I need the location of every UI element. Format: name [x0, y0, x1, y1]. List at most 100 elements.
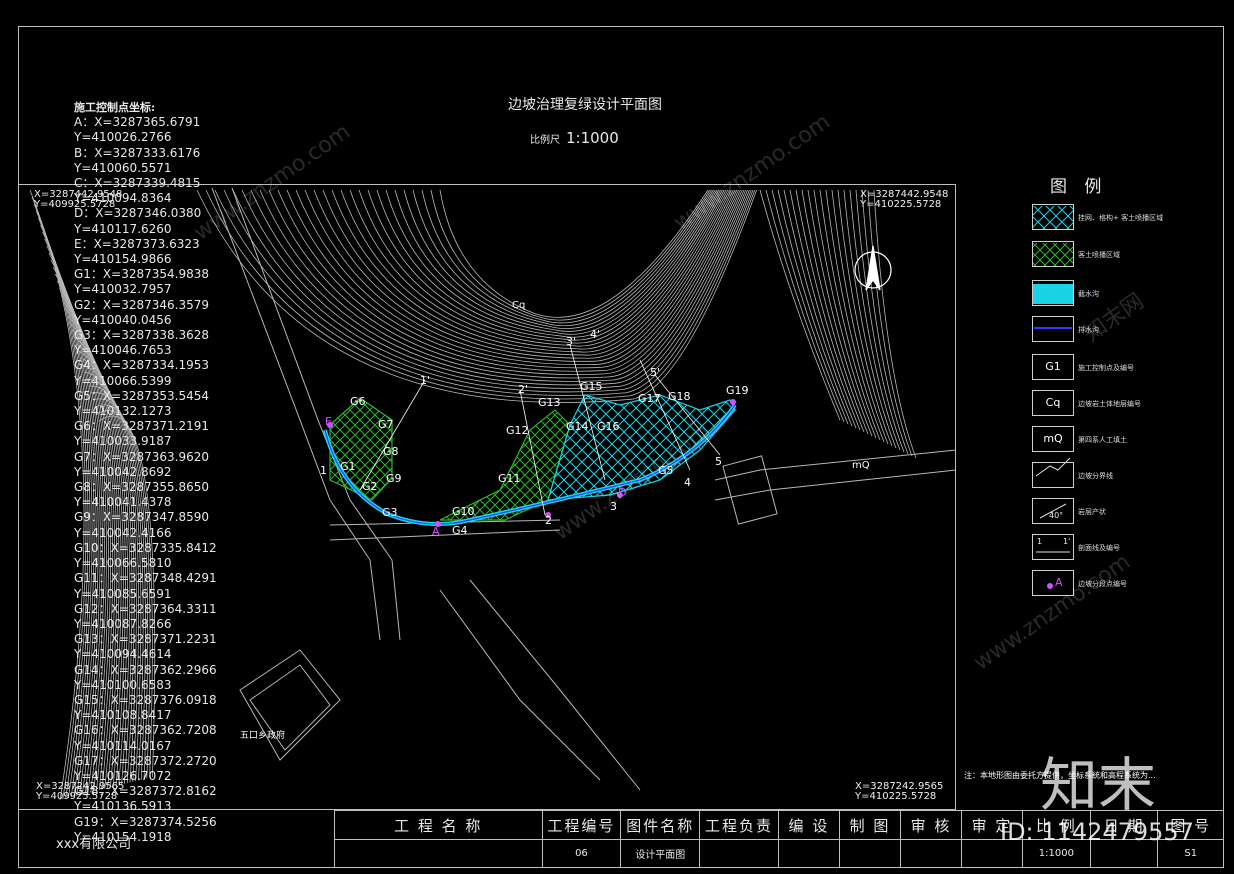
section-label-3p: 3'	[566, 335, 577, 348]
title-block-header: 编 设	[777, 810, 840, 840]
control-point-line: Y=410041.4378	[74, 495, 172, 510]
control-point-line: G17：X=3287372.2720	[74, 753, 217, 768]
label-g15: G15	[580, 380, 603, 393]
label-g17: G17	[638, 392, 661, 405]
control-point-line: Y=410033.9187	[74, 434, 172, 449]
label-g2: G2	[362, 480, 378, 493]
label-g13: G13	[538, 396, 561, 409]
control-point-line: Y=410060.5571	[74, 160, 172, 175]
stratum-label-q: mQ	[852, 460, 870, 471]
control-point-line: G11：X=3287348.4291	[74, 571, 217, 586]
label-g18: G18	[668, 390, 691, 403]
section-label-4p: 4'	[590, 328, 601, 341]
title-block-header: 图件名称	[620, 810, 701, 840]
label-g3: G3	[382, 506, 398, 519]
section-label-4: 4	[684, 476, 691, 489]
control-point-line: G16：X=3287362.7208	[74, 723, 217, 738]
control-point-line: E：X=3287373.6323	[74, 236, 200, 251]
control-points-heading: 施工控制点坐标:	[74, 101, 156, 114]
title-block-header: 工程编号	[541, 810, 622, 840]
section-label-5: 5	[715, 455, 722, 468]
control-point-line: G5：X=3287353.5454	[74, 388, 210, 403]
label-g12: G12	[506, 424, 529, 437]
control-point-line: Y=410066.5399	[74, 373, 172, 388]
legend-angle-text: 40°	[1049, 511, 1064, 520]
coord-y: Y=409925.5728	[34, 199, 116, 210]
title-block-header: 审 核	[899, 810, 963, 840]
section-label-2p: 2'	[518, 383, 529, 396]
label-g19: G19	[726, 384, 749, 397]
legend-section-right: 1'	[1063, 537, 1071, 546]
coord-y: Y=410225.5728	[860, 199, 942, 210]
legend-label: 挂网、格构+ 客土喷播区域	[1078, 214, 1164, 222]
scale-label: 比例尺 1:1000	[530, 129, 619, 147]
control-point-line: Y=410040.0456	[74, 312, 172, 327]
control-point-line: G15：X=3287376.0918	[74, 692, 217, 707]
legend-swatch-slope-angle-icon: 40°	[1032, 498, 1074, 524]
label-g16: G16	[597, 420, 620, 433]
legend-swatch-contour-line-icon	[1032, 462, 1074, 488]
corner-coord-bottom-right: X=3287242.9565 Y=410225.5728	[855, 782, 943, 802]
control-point-line: B：X=3287333.6176	[74, 145, 201, 160]
control-point-line: Y=410100.6583	[74, 677, 172, 692]
legend-section-left: 1	[1037, 537, 1043, 546]
control-point-line: Y=410094.4614	[74, 647, 172, 662]
section-label-5p: 5'	[650, 366, 661, 379]
section-label-1p: 1'	[420, 374, 431, 387]
section-label-1: 1	[320, 464, 327, 477]
label-g1: G1	[340, 460, 356, 473]
point-label-a: A	[432, 525, 440, 538]
title-block-value	[899, 839, 963, 868]
village-label: 五口乡政府	[240, 731, 286, 741]
control-point-line: G8：X=3287355.8650	[74, 480, 210, 495]
coord-y: Y=409925.5728	[36, 791, 118, 802]
control-point-line: Y=410108.8417	[74, 708, 172, 723]
label-g4: G4	[452, 524, 468, 537]
label-g10: G10	[452, 505, 475, 518]
control-point-line: Y=410042.8692	[74, 464, 172, 479]
legend-swatch-green-hatch-icon	[1032, 241, 1074, 267]
control-point-line: G19：X=3287374.5256	[74, 814, 217, 829]
brand-id: ID: 1142479557	[1000, 818, 1194, 846]
title-block-value	[699, 839, 779, 868]
label-g11: G11	[498, 472, 521, 485]
title-block-value: 设计平面图	[620, 839, 701, 868]
legend-swatch-g1-icon: G1	[1032, 354, 1074, 380]
legend-label: 边坡分界线	[1078, 472, 1113, 480]
title-block-value: 06	[541, 839, 622, 868]
control-point-line: Y=410087.8266	[74, 616, 172, 631]
legend-label: 客土喷播区域	[1078, 251, 1120, 259]
control-point-line: G14：X=3287362.2966	[74, 662, 217, 677]
control-point-line: G9：X=3287347.8590	[74, 510, 210, 525]
title-block-value	[777, 839, 840, 868]
point-label-e: E	[325, 415, 332, 428]
legend-title: 图 例	[1050, 177, 1108, 197]
control-point-line: A：X=3287365.6791	[74, 115, 201, 130]
legend-swatch-cq-icon: Cq	[1032, 390, 1074, 416]
control-point-line: G3：X=3287338.3628	[74, 328, 210, 343]
legend-swatch-section-line-icon: 1 1'	[1032, 534, 1074, 560]
control-point-line: Y=410042.4166	[74, 525, 172, 540]
drawing-title: 边坡治理复绿设计平面图	[508, 97, 662, 113]
legend-swatch-cyan-hatch-icon	[1032, 204, 1074, 230]
label-g14: G14	[566, 420, 589, 433]
stratum-label-cq: Cq	[512, 300, 526, 311]
control-point-line: Y=410114.0167	[74, 738, 172, 753]
scale-caption: 比例尺	[530, 135, 560, 146]
brand-logo: 知末	[1040, 751, 1157, 819]
company-name: xxx有限公司	[56, 837, 132, 852]
title-block-header: 制 图	[838, 810, 901, 840]
control-point-line: G4：X=3287334.1953	[74, 358, 210, 373]
control-point-line: G7：X=3287363.9620	[74, 449, 210, 464]
control-point-line: G13：X=3287371.2231	[74, 632, 217, 647]
legend-swatch-q-icon: mQ	[1032, 426, 1074, 452]
label-g7: G7	[378, 418, 394, 431]
legend-label: 边坡岩土体地层编号	[1078, 400, 1141, 408]
control-point-line: Y=410032.7957	[74, 282, 172, 297]
control-point-line: Y=410066.5810	[74, 556, 172, 571]
control-point-line: G2：X=3287346.3579	[74, 297, 210, 312]
label-g8: G8	[383, 445, 399, 458]
label-g6: G6	[350, 395, 366, 408]
control-point-line: Y=410154.9866	[74, 252, 172, 267]
legend-swatch-drain-ditch-icon	[1032, 280, 1074, 306]
